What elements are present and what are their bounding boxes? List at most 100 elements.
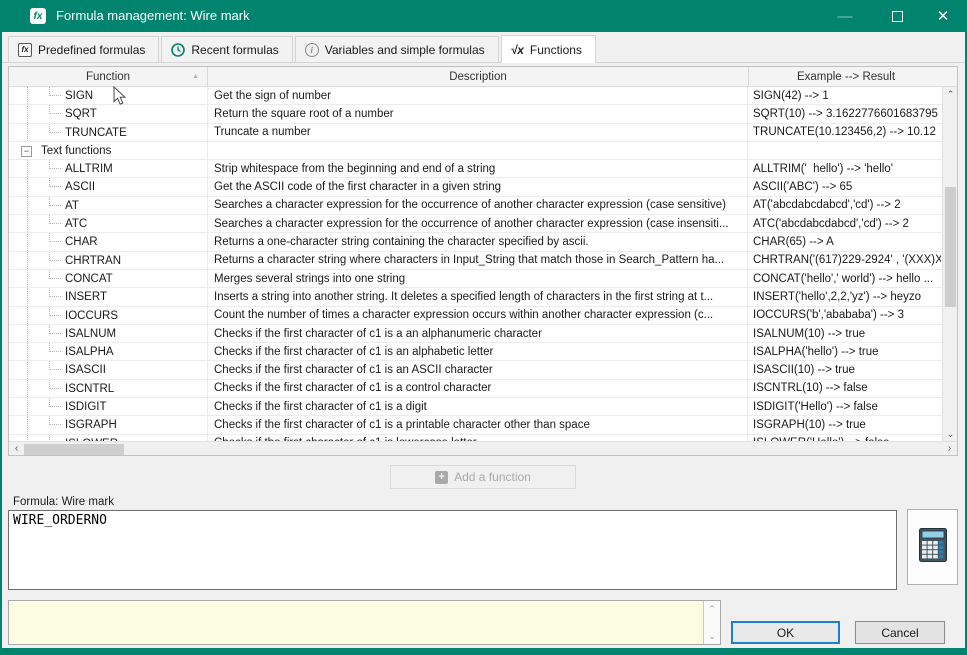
close-button[interactable]: ✕ xyxy=(922,0,964,32)
function-example: INSERT('hello',2,2,'yz') --> heyzo xyxy=(753,291,921,303)
description-cell xyxy=(208,142,748,159)
message-scrollbar[interactable]: ⌃ ⌄ xyxy=(703,601,720,644)
plus-icon: + xyxy=(435,471,448,484)
function-example: CONCAT('hello',' world') --> hello ... xyxy=(753,273,933,285)
table-row[interactable]: ISDIGIT Checks if the first character of… xyxy=(9,398,942,416)
function-example: AT('abcdabcdabcd','cd') --> 2 xyxy=(753,199,901,211)
table-row[interactable]: CONCAT Merges several strings into one s… xyxy=(9,270,942,288)
function-name: IOCCURS xyxy=(65,307,118,324)
example-cell: ASCII('ABC') --> 65 xyxy=(748,178,941,195)
function-description: Searches a character expression for the … xyxy=(214,218,729,230)
table-row[interactable]: SIGN Get the sign of number SIGN(42) -->… xyxy=(9,87,942,105)
minimize-button[interactable]: — xyxy=(824,0,866,32)
function-description: Count the number of times a character ex… xyxy=(214,309,713,321)
table-row[interactable]: ISGRAPH Checks if the first character of… xyxy=(9,416,942,434)
tab-variables-simple-formulas[interactable]: i Variables and simple formulas xyxy=(295,36,499,62)
function-example: ISALNUM(10) --> true xyxy=(753,328,865,340)
calculator-icon xyxy=(919,528,947,567)
table-row[interactable]: ISCNTRL Checks if the first character of… xyxy=(9,380,942,398)
function-description: Strip whitespace from the beginning and … xyxy=(214,163,495,175)
table-row[interactable]: TRUNCATE Truncate a number TRUNCATE(10.1… xyxy=(9,124,942,142)
function-name: Text functions xyxy=(41,142,111,159)
tab-predefined-formulas[interactable]: fx Predefined formulas xyxy=(8,36,159,62)
example-cell: CHRTRAN('(617)229-2924' , '(XXX)X... xyxy=(748,252,941,269)
formula-input[interactable]: WIRE_ORDERNO xyxy=(8,510,897,590)
function-description: Checks if the first character of c1 is a… xyxy=(214,364,493,376)
description-cell: Inserts a string into another string. It… xyxy=(208,288,748,305)
function-cell: ISALPHA xyxy=(9,343,208,360)
cancel-button[interactable]: Cancel xyxy=(855,621,945,644)
function-example: TRUNCATE(10.123456,2) --> 10.12 xyxy=(753,126,936,138)
tree-elbow-icon xyxy=(49,380,61,389)
tab-functions[interactable]: √x Functions xyxy=(501,35,596,63)
table-row[interactable]: CHAR Returns a one-character string cont… xyxy=(9,233,942,251)
tree-elbow-icon xyxy=(49,105,61,114)
tab-recent-formulas[interactable]: Recent formulas xyxy=(161,36,292,62)
function-description: Checks if the first character of c1 is a… xyxy=(214,328,542,340)
function-example: SQRT(10) --> 3.1622776601683795 xyxy=(753,108,938,120)
function-description: Checks if the first character of c1 is a… xyxy=(214,382,491,394)
column-header-function[interactable]: Function ▲ xyxy=(9,67,208,86)
table-row[interactable]: ASCII Get the ASCII code of the first ch… xyxy=(9,178,942,196)
function-description: Searches a character expression for the … xyxy=(214,199,726,211)
scroll-right-icon[interactable]: › xyxy=(942,442,957,456)
formula-document-icon: fx xyxy=(18,43,32,57)
table-row[interactable]: − Text functions xyxy=(9,142,942,160)
table-row[interactable]: ISASCII Checks if the first character of… xyxy=(9,361,942,379)
ok-button[interactable]: OK xyxy=(731,621,840,644)
function-cell: ATC xyxy=(9,215,208,232)
maximize-button[interactable] xyxy=(876,0,918,32)
table-row[interactable]: AT Searches a character expression for t… xyxy=(9,197,942,215)
function-cell: TRUNCATE xyxy=(9,124,208,141)
horizontal-scrollbar-thumb[interactable] xyxy=(24,444,124,455)
table-row[interactable]: IOCCURS Count the number of times a char… xyxy=(9,307,942,325)
tab-label: Functions xyxy=(530,43,582,57)
tab-label: Variables and simple formulas xyxy=(325,43,485,57)
scroll-down-icon[interactable]: ⌄ xyxy=(943,427,958,442)
function-description: Inserts a string into another string. It… xyxy=(214,291,713,303)
vertical-scrollbar[interactable]: ⌃ ⌄ xyxy=(942,87,957,442)
function-name: ISCNTRL xyxy=(65,380,114,397)
tree-elbow-icon xyxy=(49,215,61,224)
collapse-group-icon[interactable]: − xyxy=(21,146,32,157)
table-row[interactable]: CHRTRAN Returns a character string where… xyxy=(9,252,942,270)
formula-management-dialog: fx Formula management: Wire mark — ✕ fx … xyxy=(0,0,967,655)
column-header-example[interactable]: Example --> Result xyxy=(749,67,943,86)
functions-table: Function ▲ Description Example --> Resul… xyxy=(8,66,958,456)
function-name: AT xyxy=(65,197,79,214)
scroll-up-icon[interactable]: ⌃ xyxy=(943,87,958,102)
example-cell: CHAR(65) --> A xyxy=(748,233,941,250)
function-cell: ISASCII xyxy=(9,361,208,378)
tab-bar: fx Predefined formulas Recent formulas i… xyxy=(2,35,965,63)
table-header: Function ▲ Description Example --> Resul… xyxy=(9,67,957,87)
function-example: IOCCURS('b','abababa') --> 3 xyxy=(753,309,904,321)
table-row[interactable]: SQRT Return the square root of a number … xyxy=(9,105,942,123)
add-function-button[interactable]: + Add a function xyxy=(390,465,576,489)
example-cell: ISGRAPH(10) --> true xyxy=(748,416,941,433)
message-scroll-up-icon[interactable]: ⌃ xyxy=(704,602,720,616)
function-description: Checks if the first character of c1 is a… xyxy=(214,419,590,431)
message-scroll-down-icon[interactable]: ⌄ xyxy=(704,629,720,643)
tab-label: Predefined formulas xyxy=(38,43,145,57)
calculator-button[interactable] xyxy=(907,509,958,585)
tree-elbow-icon xyxy=(49,124,61,133)
table-row[interactable]: ALLTRIM Strip whitespace from the beginn… xyxy=(9,160,942,178)
example-cell: IOCCURS('b','abababa') --> 3 xyxy=(748,307,941,324)
example-cell: AT('abcdabcdabcd','cd') --> 2 xyxy=(748,197,941,214)
table-row[interactable]: ISALPHA Checks if the first character of… xyxy=(9,343,942,361)
scroll-left-icon[interactable]: ‹ xyxy=(9,442,24,456)
table-row[interactable]: ISALNUM Checks if the first character of… xyxy=(9,325,942,343)
description-cell: Strip whitespace from the beginning and … xyxy=(208,160,748,177)
function-name: ISASCII xyxy=(65,361,106,378)
horizontal-scrollbar[interactable]: ‹ › xyxy=(9,441,957,455)
function-example: ISALPHA('hello') --> true xyxy=(753,346,879,358)
tree-elbow-icon xyxy=(49,343,61,352)
function-name: CHAR xyxy=(65,233,98,250)
table-row[interactable]: INSERT Inserts a string into another str… xyxy=(9,288,942,306)
table-row[interactable]: ATC Searches a character expression for … xyxy=(9,215,942,233)
function-cell: ISCNTRL xyxy=(9,380,208,397)
vertical-scrollbar-thumb[interactable] xyxy=(945,187,956,307)
column-header-description[interactable]: Description xyxy=(208,67,749,86)
function-name: ATC xyxy=(65,215,87,232)
description-cell: Searches a character expression for the … xyxy=(208,197,748,214)
